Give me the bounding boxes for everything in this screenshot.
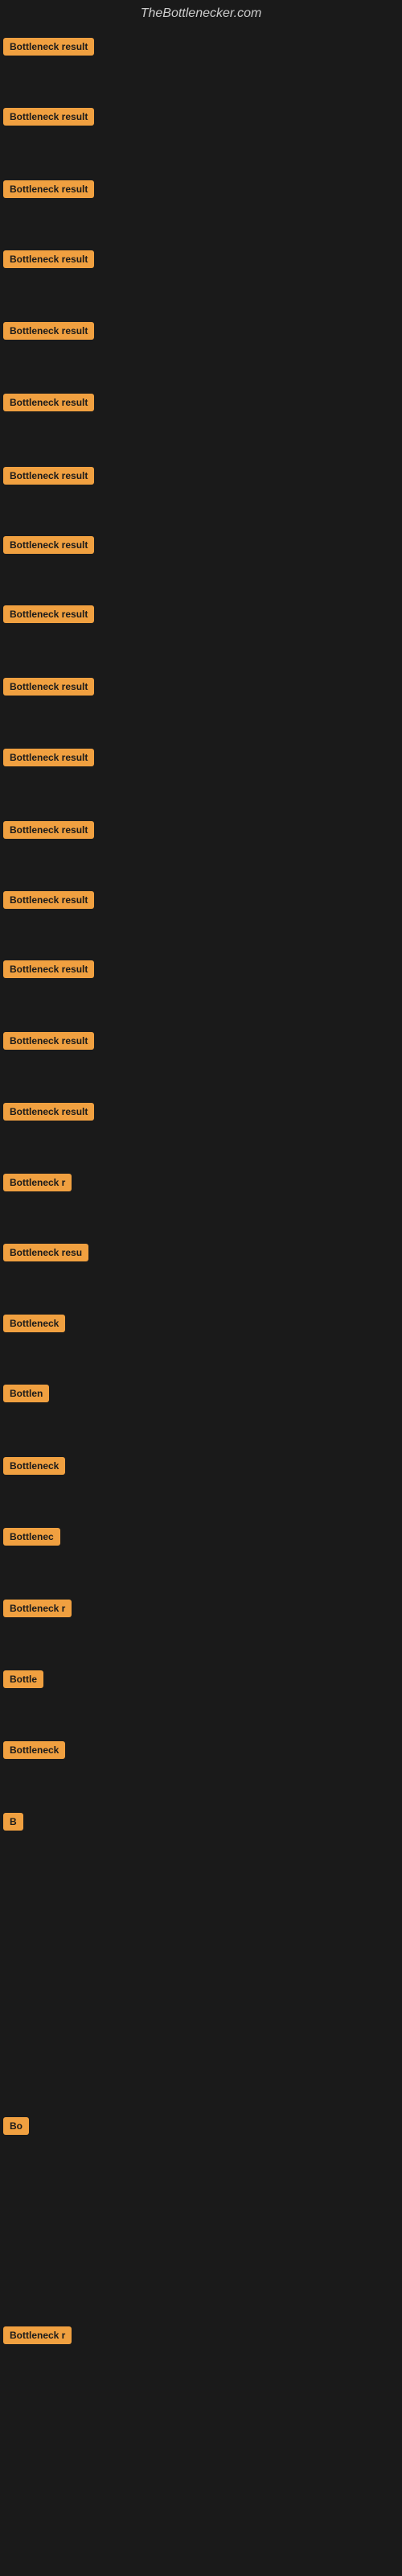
bottleneck-badge-11: Bottleneck result	[3, 749, 94, 766]
bottleneck-badge-12: Bottleneck result	[3, 821, 94, 839]
bottleneck-item-29: Bottleneck r	[3, 2326, 72, 2348]
bottleneck-badge-24: Bottle	[3, 1670, 43, 1688]
bottleneck-badge-10: Bottleneck result	[3, 678, 94, 696]
bottleneck-badge-23: Bottleneck r	[3, 1600, 72, 1617]
bottleneck-item-26: B	[3, 1813, 23, 1835]
bottleneck-badge-18: Bottleneck resu	[3, 1244, 88, 1261]
bottleneck-item-19: Bottleneck	[3, 1315, 65, 1336]
bottleneck-badge-5: Bottleneck result	[3, 322, 94, 340]
bottleneck-badge-6: Bottleneck result	[3, 394, 94, 411]
bottleneck-badge-19: Bottleneck	[3, 1315, 65, 1332]
bottleneck-item-9: Bottleneck result	[3, 605, 94, 627]
bottleneck-item-16: Bottleneck result	[3, 1103, 94, 1125]
bottleneck-item-7: Bottleneck result	[3, 467, 94, 489]
bottleneck-item-10: Bottleneck result	[3, 678, 94, 700]
bottleneck-item-2: Bottleneck result	[3, 108, 94, 130]
bottleneck-item-21: Bottleneck	[3, 1457, 65, 1479]
bottleneck-item-8: Bottleneck result	[3, 536, 94, 558]
bottleneck-badge-8: Bottleneck result	[3, 536, 94, 554]
bottleneck-item-17: Bottleneck r	[3, 1174, 72, 1195]
bottleneck-badge-26: B	[3, 1813, 23, 1831]
bottleneck-item-25: Bottleneck	[3, 1741, 65, 1763]
bottleneck-badge-28: Bo	[3, 2117, 29, 2135]
bottleneck-badge-1: Bottleneck result	[3, 38, 94, 56]
bottleneck-item-12: Bottleneck result	[3, 821, 94, 843]
bottleneck-item-13: Bottleneck result	[3, 891, 94, 913]
bottleneck-badge-2: Bottleneck result	[3, 108, 94, 126]
bottleneck-badge-21: Bottleneck	[3, 1457, 65, 1475]
bottleneck-badge-14: Bottleneck result	[3, 960, 94, 978]
bottleneck-item-11: Bottleneck result	[3, 749, 94, 770]
bottleneck-item-5: Bottleneck result	[3, 322, 94, 344]
bottleneck-item-3: Bottleneck result	[3, 180, 94, 202]
site-title: TheBottlenecker.com	[0, 0, 402, 24]
bottleneck-item-28: Bo	[3, 2117, 29, 2139]
bottleneck-item-15: Bottleneck result	[3, 1032, 94, 1054]
bottleneck-item-23: Bottleneck r	[3, 1600, 72, 1621]
bottleneck-badge-16: Bottleneck result	[3, 1103, 94, 1121]
bottleneck-badge-17: Bottleneck r	[3, 1174, 72, 1191]
bottleneck-badge-3: Bottleneck result	[3, 180, 94, 198]
bottleneck-badge-20: Bottlen	[3, 1385, 49, 1402]
bottleneck-badge-22: Bottlenec	[3, 1528, 60, 1546]
bottleneck-badge-9: Bottleneck result	[3, 605, 94, 623]
bottleneck-item-4: Bottleneck result	[3, 250, 94, 272]
bottleneck-badge-4: Bottleneck result	[3, 250, 94, 268]
bottleneck-badge-15: Bottleneck result	[3, 1032, 94, 1050]
bottleneck-item-24: Bottle	[3, 1670, 43, 1692]
bottleneck-badge-25: Bottleneck	[3, 1741, 65, 1759]
bottleneck-item-6: Bottleneck result	[3, 394, 94, 415]
bottleneck-badge-7: Bottleneck result	[3, 467, 94, 485]
bottleneck-item-1: Bottleneck result	[3, 38, 94, 60]
bottleneck-badge-13: Bottleneck result	[3, 891, 94, 909]
bottleneck-item-18: Bottleneck resu	[3, 1244, 88, 1265]
bottleneck-item-14: Bottleneck result	[3, 960, 94, 982]
bottleneck-item-20: Bottlen	[3, 1385, 49, 1406]
bottleneck-badge-29: Bottleneck r	[3, 2326, 72, 2344]
bottleneck-item-22: Bottlenec	[3, 1528, 60, 1550]
